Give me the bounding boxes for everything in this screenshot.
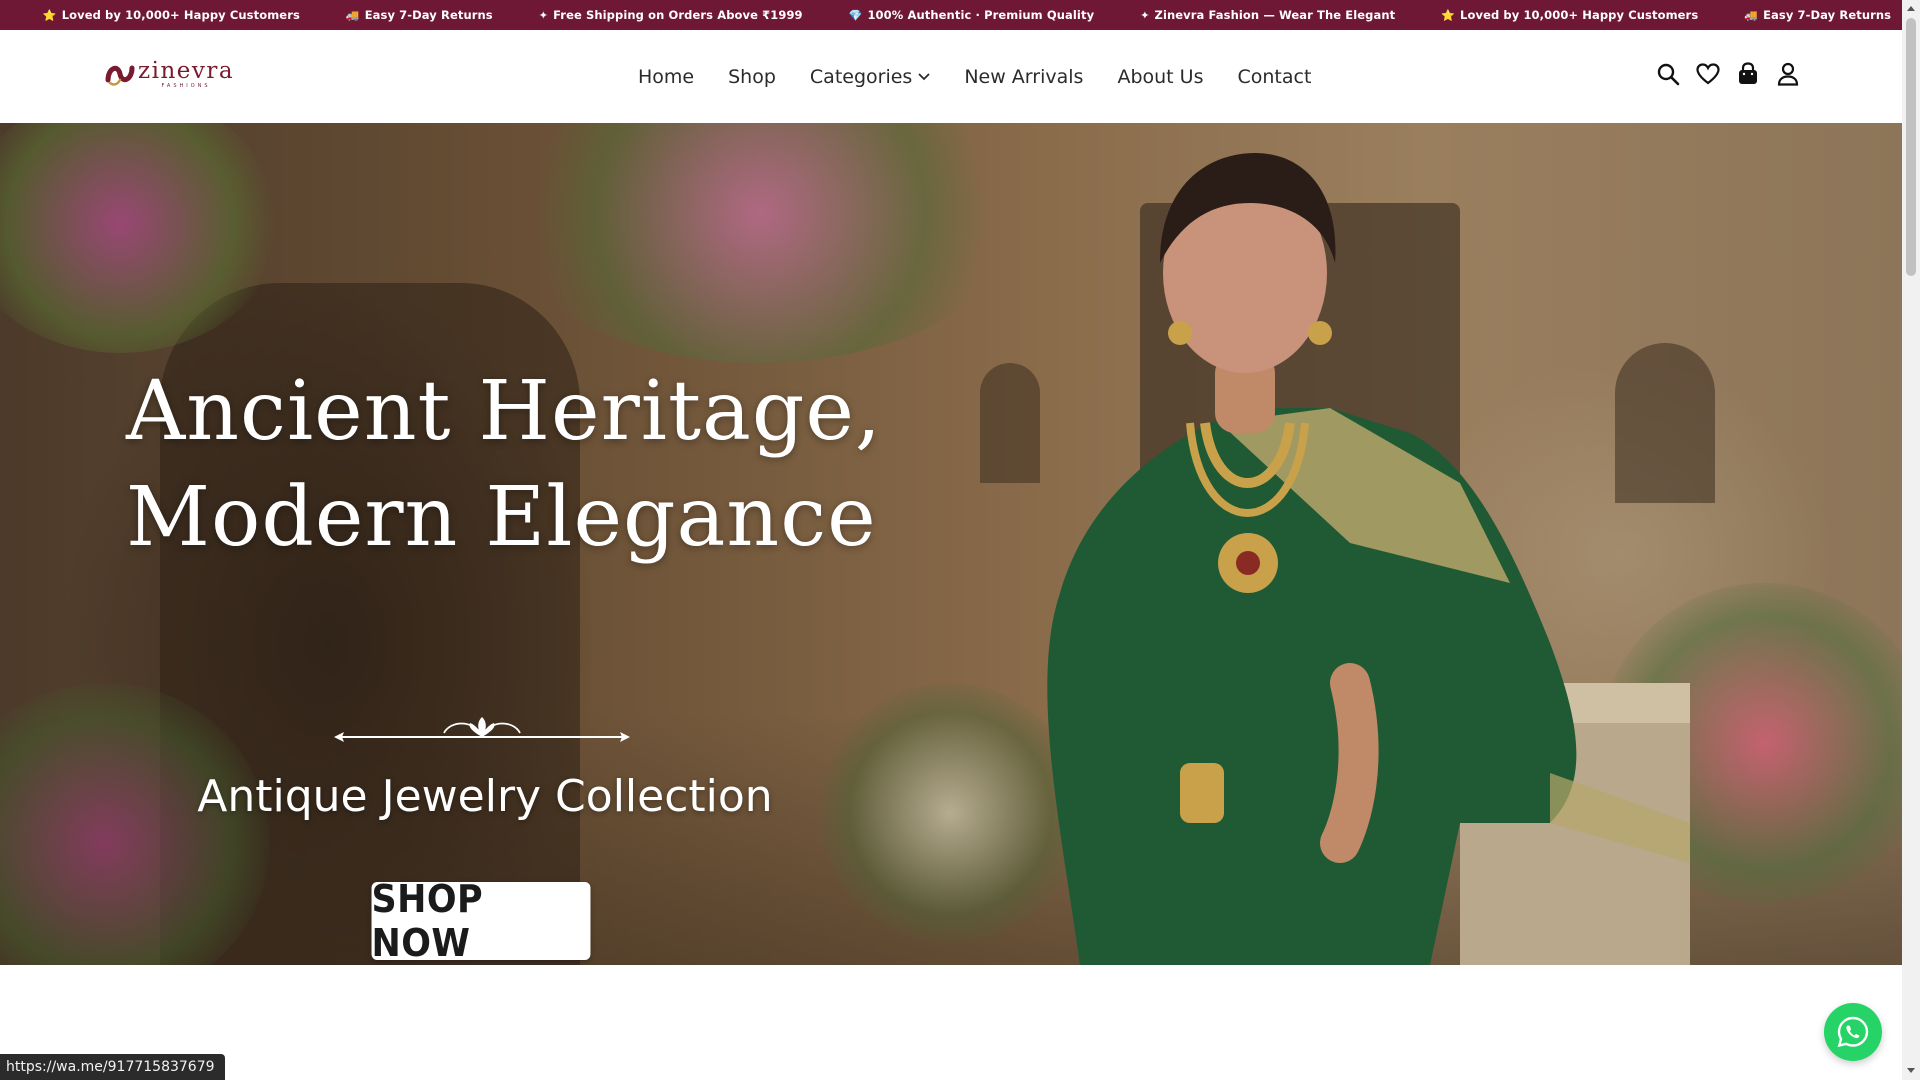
star-icon: ⭐ [42,8,57,22]
status-url: https://wa.me/917715837679 [0,1054,225,1080]
announcement-track: nt ⭐Loved by 10,000+ Happy Customers 🚚Ea… [0,0,1902,30]
header-icons [1655,60,1815,88]
search-button[interactable] [1655,60,1681,88]
announcement-item: ⭐ Loved by 10,000+ Happy Customers [1441,8,1699,22]
shop-now-button[interactable]: SHOP NOW [371,877,591,965]
hero-banner: Ancient Heritage, Modern Elegance Antiqu… [0,123,1902,965]
nav-home[interactable]: Home [638,66,694,88]
main-nav: Home Shop Categories New Arrivals About … [638,30,1345,123]
announcement-item: ✦ Free Shipping on Orders Above ₹1999 [538,8,803,22]
hero-subtitle: Antique Jewelry Collection [197,771,773,822]
whatsapp-button[interactable] [1824,1003,1882,1061]
announcement-item: 🚚 Easy 7-Day Returns [345,8,493,22]
site-header: zinevra FASHIONS Home Shop Categories Ne… [0,30,1902,124]
announcement-bar: nt ⭐Loved by 10,000+ Happy Customers 🚚Ea… [0,0,1902,30]
user-icon [1777,62,1799,86]
page-scrollbar[interactable] [1902,0,1920,1080]
announcement-item: 💎 100% Authentic · Premium Quality [848,8,1095,22]
logo-mark-icon [105,65,135,86]
scroll-down-arrow-icon[interactable] [1907,1068,1915,1073]
nav-new-arrivals[interactable]: New Arrivals [964,66,1083,88]
search-icon [1657,63,1680,86]
nav-categories[interactable]: Categories [810,66,930,88]
sparkle-icon: ✦ [1140,8,1150,22]
wishlist-button[interactable] [1695,60,1721,88]
nav-contact[interactable]: Contact [1237,66,1311,88]
sparkle-icon: ✦ [538,8,549,22]
truck-icon: 🚚 [1744,8,1759,22]
bag-icon [1739,62,1757,84]
announcement-item: ⭐ Loved by 10,000+ Happy Customers [42,8,300,22]
logo-text: zinevra FASHIONS [138,57,235,89]
chevron-down-icon [918,72,930,80]
scroll-up-arrow-icon[interactable] [1907,6,1915,11]
star-icon: ⭐ [1441,8,1456,22]
nav-shop[interactable]: Shop [728,66,776,88]
account-button[interactable] [1775,60,1801,88]
scrollbar-thumb[interactable] [1906,18,1916,276]
brand-logo[interactable]: zinevra FASHIONS [104,58,234,90]
brand-name: zinevra [138,57,235,84]
nav-about-us[interactable]: About Us [1117,66,1203,88]
hero-title: Ancient Heritage, Modern Elegance [126,364,882,565]
diamond-icon: 💎 [848,8,863,22]
brand-tagline: FASHIONS [161,82,211,89]
ornament-divider-icon [334,717,630,742]
truck-icon: 🚚 [345,8,360,22]
cart-button[interactable] [1735,60,1761,88]
hero-model-image [1047,153,1690,965]
announcement-item: 🚚 Easy 7-Day Returns [1744,8,1892,22]
heart-icon [1696,63,1720,85]
announcement-item: ✦ Zinevra Fashion — Wear The Elegant [1140,8,1396,22]
whatsapp-icon [1837,1016,1869,1048]
